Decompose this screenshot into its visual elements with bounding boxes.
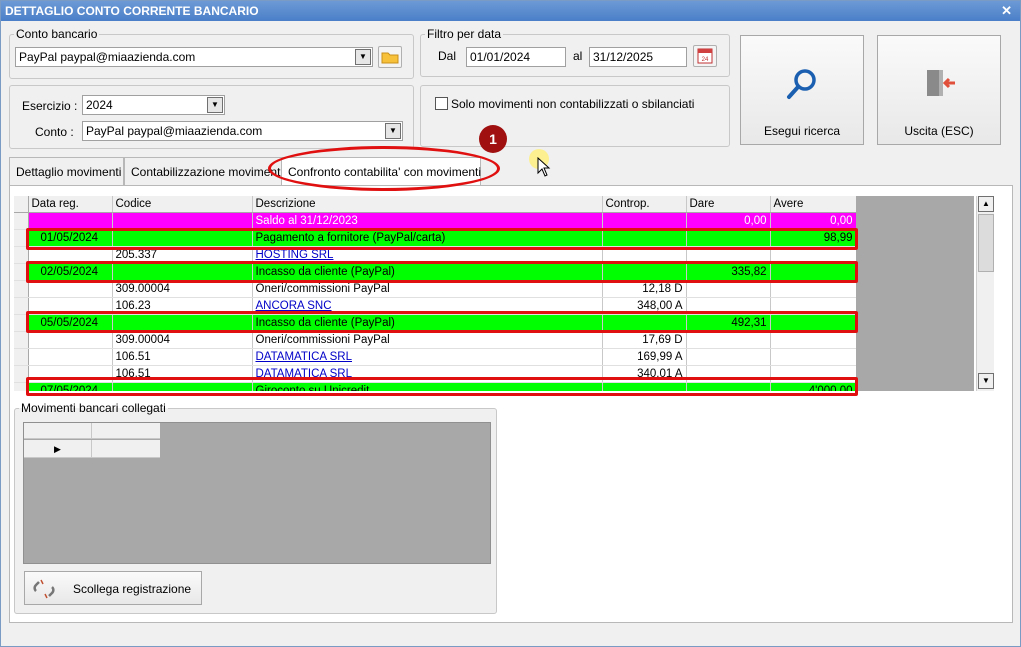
broken-link-icon [33, 579, 55, 599]
esercizio-label: Esercizio : [22, 99, 78, 113]
linked-grid-row[interactable]: ▶ [24, 440, 160, 458]
grid-sub-row[interactable]: 309.00004 Oneri/commissioni PayPal 12,18 D [14, 280, 856, 299]
linked-grid-header [24, 423, 160, 439]
column-header-dare[interactable]: Dare [686, 196, 771, 214]
cell-controp: 12,18 D [602, 280, 687, 299]
tab-dettaglio-movimenti[interactable]: Dettaglio movimenti [9, 157, 124, 185]
cell-descrizione: Oneri/commissioni PayPal [252, 280, 603, 299]
options-group [420, 85, 730, 147]
mouse-pointer-icon [537, 157, 551, 177]
exit-door-icon [927, 70, 955, 96]
cell-codice: 309.00004 [112, 280, 253, 299]
cell-controp: 169,99 A [602, 348, 687, 367]
cell-dare [686, 280, 771, 299]
calendar-icon: 24 [697, 48, 713, 64]
unlink-button[interactable]: Scollega registrazione [24, 571, 202, 605]
grid-header-row: Data reg. Codice Descrizione Controp. Da… [14, 196, 856, 214]
highlight-box [26, 228, 858, 250]
cell-data-reg [28, 280, 113, 299]
linked-movements-grid[interactable]: ▶ [23, 422, 491, 564]
step-number-badge: 1 [479, 125, 507, 153]
open-folder-button[interactable] [378, 46, 402, 68]
filtro-data-legend: Filtro per data [427, 27, 502, 41]
row-selector-header [14, 196, 29, 214]
chevron-down-icon[interactable]: ▼ [385, 123, 401, 139]
row-selector[interactable] [14, 212, 29, 231]
close-icon[interactable]: ✕ [1001, 1, 1012, 21]
tab-highlight-ellipse [268, 146, 500, 191]
cell-data-reg [28, 331, 113, 350]
folder-icon [381, 52, 399, 64]
solo-movimenti-checkbox[interactable] [435, 97, 448, 110]
column-header-avere[interactable]: Avere [770, 196, 856, 214]
solo-movimenti-label: Solo movimenti non contabilizzati o sbil… [451, 97, 695, 111]
scroll-down-icon[interactable]: ▼ [978, 373, 994, 389]
grid-vertical-scrollbar[interactable]: ▲ ▼ [976, 196, 994, 391]
highlight-box [26, 261, 858, 283]
cell-dare [686, 348, 771, 367]
al-date-field[interactable]: 31/12/2025 [589, 47, 687, 67]
dal-label: Dal [438, 49, 457, 63]
row-selector[interactable] [14, 348, 29, 367]
cell-descrizione[interactable]: DATAMATICA SRL [252, 348, 603, 367]
exit-button-label: Uscita (ESC) [904, 124, 974, 138]
chevron-down-icon[interactable]: ▼ [355, 49, 371, 65]
cell-dare [686, 331, 771, 350]
grid-empty-area [856, 196, 974, 391]
row-marker-icon: ▶ [24, 440, 92, 458]
cell-codice: 106.51 [112, 348, 253, 367]
cell-avere [770, 280, 856, 299]
highlight-box [26, 377, 858, 396]
unlink-button-label: Scollega registrazione [73, 582, 192, 596]
dal-date-field[interactable]: 01/01/2024 [466, 47, 566, 67]
cell-avere [770, 331, 856, 350]
title-bar: DETTAGLIO CONTO CORRENTE BANCARIO ✕ [1, 1, 1020, 21]
esercizio-select[interactable]: 2024 ▼ [82, 95, 225, 115]
row-selector[interactable] [14, 280, 29, 299]
cell-controp: 17,69 D [602, 331, 687, 350]
search-button-label: Esegui ricerca [763, 124, 841, 138]
calendar-day: 24 [702, 57, 709, 63]
chevron-down-icon[interactable]: ▼ [207, 97, 223, 113]
conto-bancario-legend: Conto bancario [16, 27, 98, 41]
tab-contabilizzazione-movimenti[interactable]: Contabilizzazione movimenti [124, 157, 283, 185]
cell-codice: 309.00004 [112, 331, 253, 350]
column-header-controp[interactable]: Controp. [602, 196, 687, 214]
grid-sub-row[interactable]: 309.00004 Oneri/commissioni PayPal 17,69 D [14, 331, 856, 350]
cell-avere [770, 348, 856, 367]
conto-label: Conto : [35, 125, 74, 139]
column-header-descrizione[interactable]: Descrizione [252, 196, 603, 214]
conto-bancario-select[interactable]: PayPal paypal@miaazienda.com ▼ [15, 47, 373, 67]
scroll-up-icon[interactable]: ▲ [978, 196, 994, 212]
column-header-codice[interactable]: Codice [112, 196, 253, 214]
search-button[interactable]: Esegui ricerca [740, 35, 864, 145]
column-header-data-reg[interactable]: Data reg. [28, 196, 113, 214]
al-label: al [573, 49, 583, 63]
row-selector[interactable] [14, 331, 29, 350]
cell-descrizione: Oneri/commissioni PayPal [252, 331, 603, 350]
conto-bancario-value: PayPal paypal@miaazienda.com [19, 50, 196, 64]
movements-grid[interactable]: Data reg. Codice Descrizione Controp. Da… [14, 196, 856, 391]
conto-select[interactable]: PayPal paypal@miaazienda.com ▼ [82, 121, 403, 141]
highlight-box [26, 311, 858, 333]
conto-value: PayPal paypal@miaazienda.com [86, 124, 263, 138]
calendar-button[interactable]: 24 [693, 45, 717, 67]
exit-button[interactable]: Uscita (ESC) [877, 35, 1001, 145]
grid-sub-row[interactable]: 106.51 DATAMATICA SRL 169,99 A [14, 348, 856, 367]
esercizio-value: 2024 [86, 98, 113, 112]
window-title: DETTAGLIO CONTO CORRENTE BANCARIO [5, 4, 259, 18]
movimenti-collegati-legend: Movimenti bancari collegati [21, 401, 166, 415]
scroll-thumb[interactable] [978, 214, 994, 272]
cell-data-reg [28, 348, 113, 367]
search-icon [787, 69, 816, 99]
main-window: DETTAGLIO CONTO CORRENTE BANCARIO ✕ Cont… [0, 0, 1021, 647]
